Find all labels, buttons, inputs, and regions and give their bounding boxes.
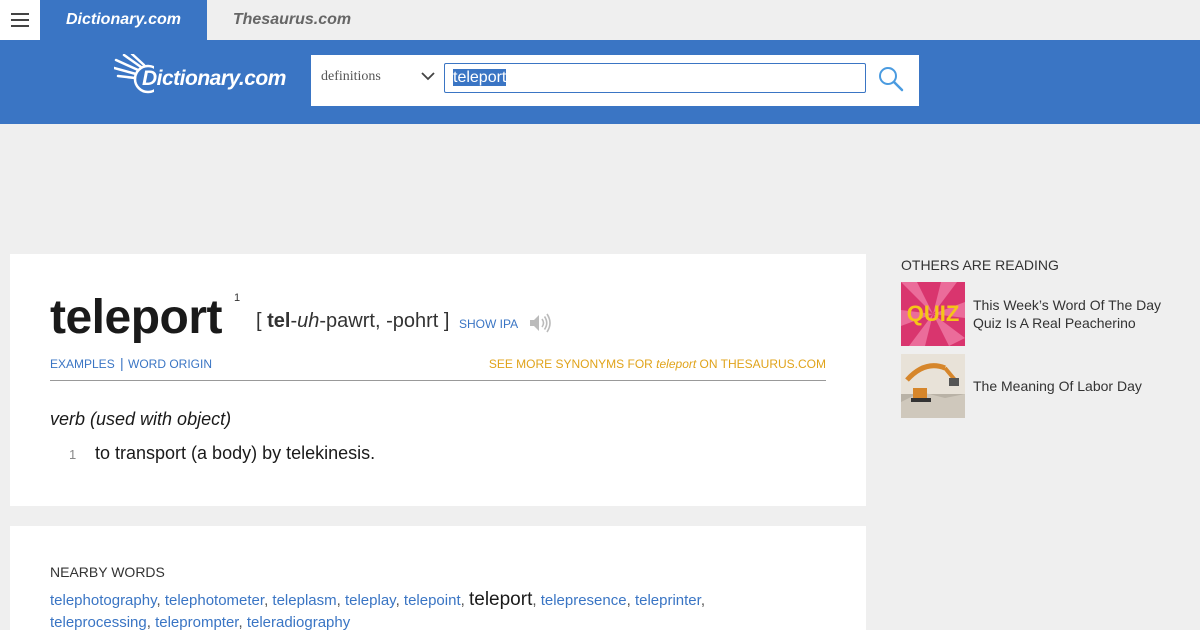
synonyms-word: teleport [656, 357, 697, 371]
search-input[interactable]: teleport [444, 63, 866, 93]
examples-link[interactable]: EXAMPLES [50, 357, 115, 371]
article-title[interactable]: This Week’s Word Of The Day Quiz Is A Re… [973, 296, 1173, 332]
nearby-word-link[interactable]: teleprocessing [50, 614, 147, 630]
pron-italic: uh [297, 310, 320, 332]
nearby-word-comma: , [156, 592, 165, 609]
nearby-word-link[interactable]: teleplay [345, 592, 396, 609]
nearby-words-list: telephotography, telephotometer, telepla… [50, 589, 770, 630]
nearby-word-link[interactable]: teleradiography [247, 614, 350, 630]
divider [50, 380, 826, 381]
nearby-word-comma: , [532, 592, 541, 609]
top-tab-bar: Dictionary.com Thesaurus.com [0, 0, 1200, 40]
logo-text: Dictionary.com [142, 67, 286, 90]
nearby-word-current: teleport [468, 589, 533, 610]
search-query-text: teleport [453, 69, 507, 86]
nearby-word-comma: , [395, 592, 404, 609]
nearby-word-comma: , [700, 592, 705, 609]
excavator-thumbnail [901, 354, 965, 418]
nearby-word-link[interactable]: telephotography [50, 592, 156, 609]
synonyms-prefix: SEE MORE SYNONYMS FOR [488, 357, 657, 371]
nearby-word-comma: , [238, 614, 247, 630]
show-ipa-link[interactable]: SHOW IPA [459, 317, 518, 331]
others-reading-title: OTHERS ARE READING [901, 257, 1059, 273]
nearby-word-comma: , [146, 614, 156, 630]
pronunciation: [ tel-uh-pawrt, -pohrt ] [256, 310, 449, 333]
quiz-thumbnail: QUIZ [901, 282, 965, 346]
nearby-word-link[interactable]: telepresence [541, 592, 627, 609]
homograph-number: 1 [234, 292, 241, 304]
tab-thesaurus[interactable]: Thesaurus.com [207, 0, 377, 40]
nearby-word-link[interactable]: teleplasm [272, 592, 336, 609]
part-of-speech: verb (used with object) [50, 409, 232, 429]
headword: teleport [50, 291, 223, 344]
word-origin-link[interactable]: WORD ORIGIN [128, 357, 212, 371]
pron-rest: -pawrt, -pohrt ] [319, 310, 450, 332]
search-bar: definitions teleport [311, 55, 919, 106]
links-separator: | [120, 355, 124, 371]
thesaurus-synonyms-link[interactable]: SEE MORE SYNONYMS FOR teleport ON THESAU… [489, 357, 826, 371]
definition-card: teleport 1 [ tel-uh-pawrt, -pohrt ] SHOW… [10, 254, 866, 506]
site-logo[interactable]: Dictionary.com [114, 54, 294, 98]
nearby-word-link[interactable]: telephotometer [165, 592, 264, 609]
chevron-down-icon[interactable] [421, 69, 435, 83]
nearby-word-comma: , [460, 592, 469, 609]
speaker-audio-icon[interactable] [528, 312, 552, 334]
pron-stress: tel [267, 310, 291, 332]
hamburger-menu-icon[interactable] [0, 0, 40, 40]
quiz-thumb-text: QUIZ [907, 301, 960, 326]
nearby-word-link[interactable]: teleprinter [635, 592, 701, 609]
site-header: Dictionary.com definitions teleport [0, 40, 1200, 124]
article-card[interactable]: The Meaning Of Labor Day [901, 354, 1191, 418]
tab-dictionary[interactable]: Dictionary.com [40, 0, 207, 40]
pron-open: [ [256, 310, 268, 332]
article-title[interactable]: The Meaning Of Labor Day [973, 377, 1173, 395]
nearby-words-card: NEARBY WORDS telephotography, telephotom… [10, 526, 866, 630]
nearby-word-link[interactable]: teleprompter [155, 614, 238, 630]
definition-text: to transport (a body) by telekinesis. [95, 443, 376, 463]
nearby-word-comma: , [336, 592, 345, 609]
nearby-word-link[interactable]: telepoint [404, 592, 461, 609]
nearby-word-comma: , [626, 592, 635, 609]
synonyms-suffix: ON THESAURUS.COM [696, 357, 826, 371]
search-icon[interactable] [877, 65, 905, 93]
search-scope-select[interactable]: definitions [321, 55, 381, 106]
article-card[interactable]: QUIZ This Week’s Word Of The Day Quiz Is… [901, 282, 1191, 346]
nearby-words-title: NEARBY WORDS [50, 564, 165, 580]
definition-number: 1 [69, 447, 77, 462]
